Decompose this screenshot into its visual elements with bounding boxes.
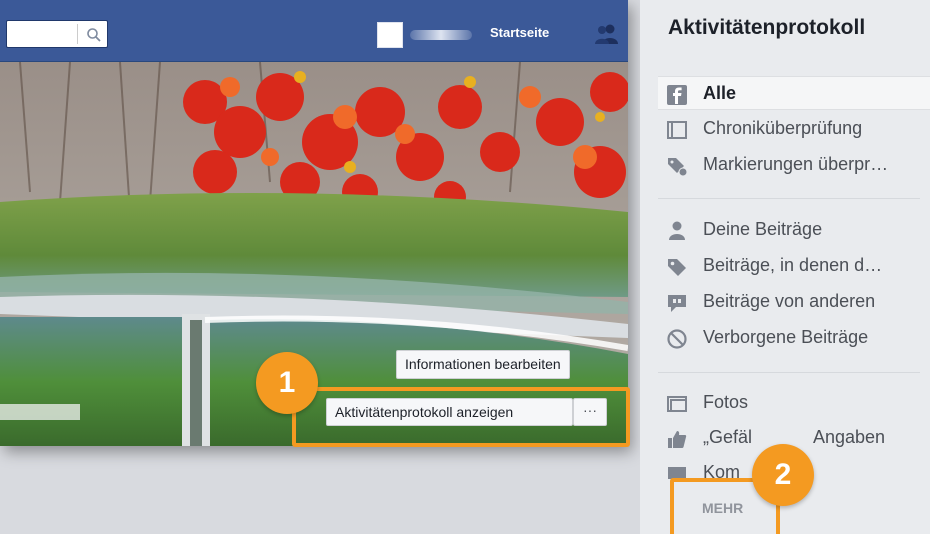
sidebar-item-posts-by-others[interactable]: Beiträge von anderen	[658, 285, 930, 319]
tag-icon	[668, 259, 686, 276]
sidebar-item-label: Fotos	[703, 392, 749, 412]
sidebar-item-label: Chroniküberprüfung	[703, 118, 863, 138]
step-badge-1: 1	[256, 352, 318, 414]
step-badge-2: 2	[752, 444, 814, 506]
facebook-icon	[667, 85, 687, 105]
sidebar-item-label: Markierungen überpr…	[703, 154, 889, 174]
sidebar-item-tag-review[interactable]: Markierungen überpr…	[658, 148, 930, 182]
search-icon[interactable]	[85, 26, 103, 44]
sidebar-item-hidden-posts[interactable]: Verborgene Beiträge	[658, 321, 930, 355]
like-icon	[668, 431, 687, 448]
avatar[interactable]	[377, 22, 403, 48]
search-input[interactable]	[6, 20, 108, 48]
sidebar-item-photos[interactable]: Fotos	[658, 386, 930, 420]
edit-info-button[interactable]: Informationen bearbeiten	[396, 350, 570, 379]
tag-review-icon	[668, 158, 688, 177]
friends-icon[interactable]	[592, 22, 620, 46]
sidebar-item-your-posts[interactable]: Deine Beiträge	[658, 213, 930, 247]
home-link[interactable]: Startseite	[490, 25, 549, 40]
sidebar-item-label: Beiträge von anderen	[703, 291, 876, 311]
person-icon	[669, 221, 685, 240]
sidebar-item-timeline-review[interactable]: Chroniküberprüfung	[658, 112, 930, 146]
hidden-icon	[667, 329, 687, 349]
quote-bubble-icon	[668, 295, 686, 312]
sidebar-item-label-end: Angaben	[813, 427, 886, 447]
blurred-profile-name[interactable]	[410, 30, 472, 40]
timeline-icon	[667, 121, 687, 139]
photos-icon	[667, 396, 687, 412]
sidebar-item-label: Alle	[703, 83, 737, 103]
sidebar-item-label: Verborgene Beiträge	[703, 327, 869, 347]
top-navigation-bar: Startseite	[0, 0, 628, 62]
divider	[658, 198, 920, 199]
highlight-box-1	[292, 387, 630, 447]
sidebar-item-tagged-posts[interactable]: Beiträge, in denen d…	[658, 249, 930, 283]
sidebar-title: Aktivitätenprotokoll	[668, 16, 866, 39]
sidebar-item-label: Deine Beiträge	[703, 219, 823, 239]
sidebar-item-label: „Gefällt	[703, 427, 753, 447]
divider	[658, 372, 920, 373]
sidebar-item-all[interactable]: Alle	[658, 76, 930, 110]
sidebar-item-label: Beiträge, in denen d…	[703, 255, 883, 275]
